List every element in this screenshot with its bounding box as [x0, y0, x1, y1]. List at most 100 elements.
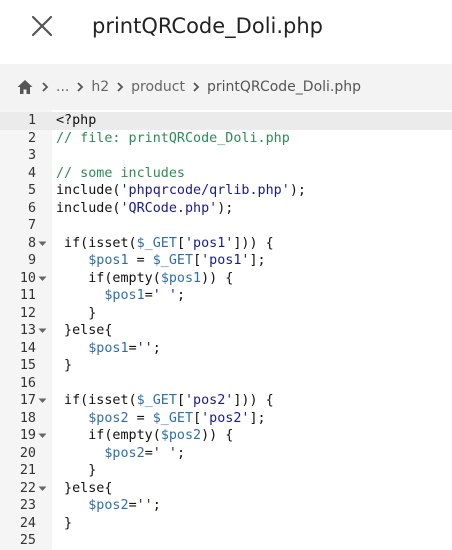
- code-token: }: [56, 305, 97, 321]
- code-token: $_GET: [136, 393, 177, 408]
- code-token: )) {: [201, 428, 234, 443]
- line-text: }: [56, 357, 72, 375]
- code-line[interactable]: 10 if(empty($pos1)) {: [0, 270, 452, 288]
- chevron-down-icon[interactable]: [38, 397, 47, 405]
- line-number: 6: [27, 200, 36, 216]
- line-number: 21: [19, 463, 36, 478]
- code-token: =: [128, 253, 153, 268]
- code-token: );: [217, 200, 234, 216]
- line-number: 9: [27, 253, 36, 268]
- code-line[interactable]: 9 $pos1 = $_GET['pos1'];: [0, 252, 452, 270]
- line-number: 16: [19, 375, 36, 391]
- close-button[interactable]: [26, 10, 58, 42]
- code-token: $_GET: [152, 253, 194, 268]
- line-number: 12: [19, 305, 36, 321]
- code-line[interactable]: 21 }: [0, 462, 452, 480]
- code-token: $pos2: [88, 410, 129, 426]
- code-token: $_GET: [136, 235, 177, 251]
- chevron-right-icon: [189, 80, 203, 94]
- breadcrumb: ... h2 product printQRCode_Doli.php: [0, 64, 452, 110]
- line-number: 24: [19, 515, 36, 531]
- code-token: =: [144, 445, 153, 461]
- line-number: 18: [19, 410, 36, 426]
- code-token: // some includes: [56, 165, 185, 181]
- code-token: '': [136, 340, 153, 356]
- code-token: $pos1: [88, 340, 129, 356]
- code-line[interactable]: 4 // some includes: [0, 165, 452, 183]
- line-number: 3: [27, 148, 36, 163]
- breadcrumb-item-current-file: printQRCode_Doli.php: [207, 79, 362, 95]
- code-line[interactable]: 6 include('QRCode.php');: [0, 200, 452, 218]
- code-line[interactable]: 12 }: [0, 305, 452, 323]
- line-text: $pos1 = $_GET['pos1'];: [56, 252, 265, 270]
- line-text: }: [56, 305, 96, 323]
- code-token: $pos2: [160, 428, 202, 443]
- code-token: if(isset(: [56, 393, 137, 408]
- code-token: '': [136, 498, 153, 513]
- code-line[interactable]: 1 <?php: [0, 112, 452, 130]
- code-token: =: [128, 498, 137, 513]
- code-token: include(: [56, 200, 121, 216]
- code-line[interactable]: 7: [0, 217, 452, 235]
- code-token: }: [56, 463, 97, 478]
- line-text: if(isset($_GET['pos1'])) {: [56, 235, 274, 253]
- code-line[interactable]: 14 $pos1='';: [0, 340, 452, 358]
- code-line[interactable]: 23 $pos2='';: [0, 497, 452, 515]
- line-number: 20: [19, 445, 36, 461]
- code-token: $pos2: [104, 445, 145, 461]
- line-text: // file: printQRCode_Doli.php: [56, 130, 290, 148]
- code-line[interactable]: 19 if(empty($pos2)) {: [0, 427, 452, 445]
- code-token: }: [56, 515, 73, 531]
- line-number: 11: [19, 288, 36, 303]
- code-line[interactable]: 22 }else{: [0, 480, 452, 498]
- home-icon[interactable]: [16, 78, 34, 96]
- line-number: 17: [19, 393, 36, 408]
- code-token: $_GET: [152, 410, 194, 426]
- chevron-down-icon[interactable]: [38, 240, 47, 248]
- code-line[interactable]: 18 $pos2 = $_GET['pos2'];: [0, 410, 452, 428]
- breadcrumb-item-ellipsis[interactable]: ...: [56, 79, 69, 95]
- line-text: include('QRCode.php');: [56, 200, 233, 218]
- line-text: $pos2 = $_GET['pos2'];: [56, 410, 265, 428]
- code-line[interactable]: 25: [0, 532, 452, 550]
- line-number: 7: [27, 218, 36, 233]
- code-line[interactable]: 16: [0, 375, 452, 393]
- code-line[interactable]: 13 }else{: [0, 322, 452, 340]
- code-line[interactable]: 24 }: [0, 515, 452, 533]
- code-line[interactable]: 5 include('phpqrcode/qrlib.php');: [0, 182, 452, 200]
- breadcrumb-item-product[interactable]: product: [131, 79, 185, 95]
- code-token: $pos1: [104, 288, 145, 303]
- chevron-down-icon[interactable]: [38, 327, 47, 335]
- code-token: =: [144, 288, 153, 303]
- chevron-down-icon[interactable]: [38, 275, 47, 283]
- code-token: 'pos2': [201, 410, 250, 426]
- code-token: 'pos2': [185, 393, 234, 408]
- chevron-down-icon[interactable]: [38, 432, 47, 440]
- code-editor[interactable]: 1 <?php 2 // file: printQRCode_Doli.php 3 4 //…: [0, 110, 452, 550]
- breadcrumb-item-h2[interactable]: h2: [91, 79, 109, 95]
- code-line[interactable]: 15 }: [0, 357, 452, 375]
- code-token: ;: [152, 498, 161, 513]
- code-line[interactable]: 8 if(isset($_GET['pos1'])) {: [0, 235, 452, 253]
- code-line[interactable]: 3: [0, 147, 452, 165]
- line-number: 1: [27, 113, 36, 128]
- page-title: printQRCode_Doli.php: [92, 14, 324, 38]
- code-token: include(: [56, 183, 121, 198]
- line-number: 25: [19, 533, 36, 548]
- code-token: =: [128, 410, 153, 426]
- chevron-right-icon: [113, 80, 127, 94]
- code-token: }else{: [56, 480, 113, 496]
- code-token: ;: [176, 288, 185, 303]
- code-line[interactable]: 11 $pos1=' ';: [0, 287, 452, 305]
- chevron-down-icon[interactable]: [38, 485, 47, 493]
- line-text: }else{: [56, 322, 112, 340]
- code-token: $pos1: [88, 253, 129, 268]
- code-token: 'pos1': [185, 235, 234, 251]
- code-token: if(isset(: [56, 235, 137, 251]
- code-line[interactable]: 17 if(isset($_GET['pos2'])) {: [0, 392, 452, 410]
- code-line[interactable]: 2 // file: printQRCode_Doli.php: [0, 130, 452, 148]
- code-line[interactable]: 20 $pos2=' ';: [0, 445, 452, 463]
- line-text: if(empty($pos1)) {: [56, 270, 233, 288]
